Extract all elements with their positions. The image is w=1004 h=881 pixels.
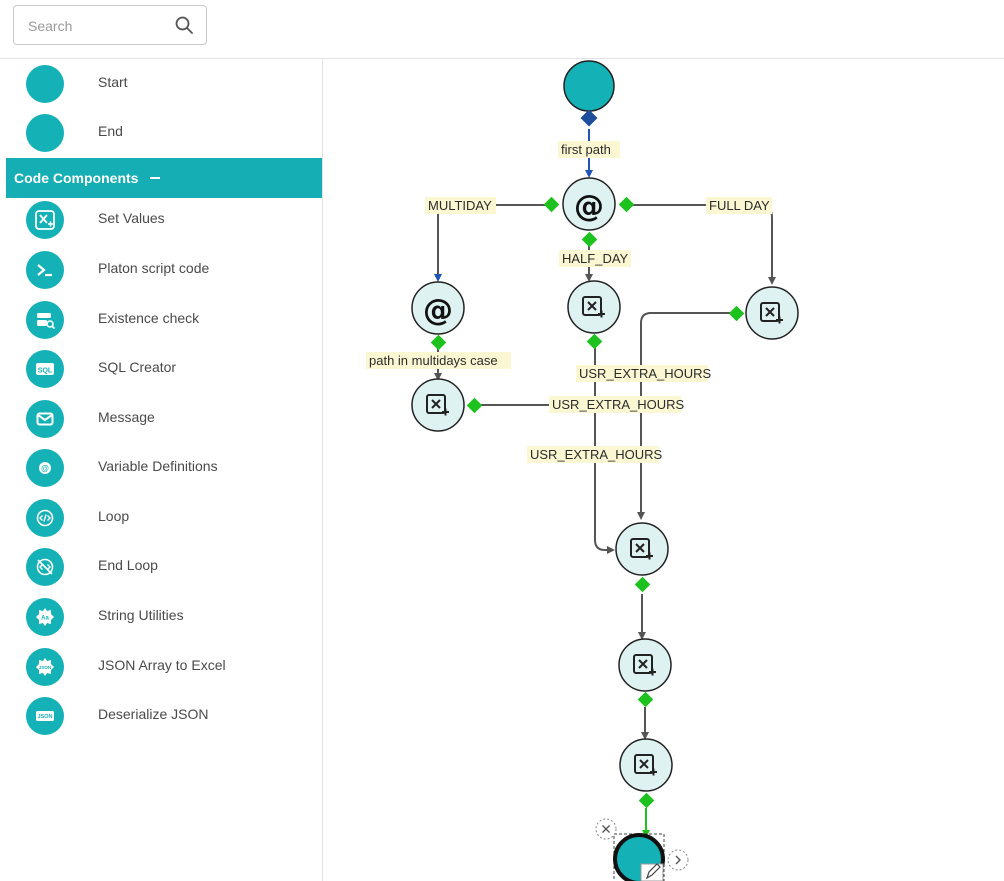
svg-text:path in multidays case: path in multidays case bbox=[369, 353, 498, 368]
edge-label-first-path: first path bbox=[558, 141, 620, 158]
palette-item-start[interactable]: Start bbox=[0, 60, 322, 108]
palette-item-label: Platon script code bbox=[98, 260, 210, 276]
next-node-icon[interactable] bbox=[667, 849, 689, 871]
palette-item-label: SQL Creator bbox=[98, 359, 177, 375]
edge-full-day[interactable] bbox=[627, 204, 776, 285]
end-loop-icon bbox=[26, 548, 64, 586]
palette-item-platon-script[interactable]: Platon script code bbox=[0, 246, 322, 294]
port-decision-left[interactable] bbox=[543, 196, 560, 213]
palette-item-deserialize-json[interactable]: JSON Deserialize JSON bbox=[0, 692, 322, 740]
svg-text:JSON: JSON bbox=[39, 665, 51, 670]
flow-node-start[interactable] bbox=[563, 60, 615, 112]
port-decision-right[interactable] bbox=[618, 196, 635, 213]
port-decision-bottom[interactable] bbox=[581, 231, 598, 248]
flow-node-decision-main[interactable]: @ bbox=[562, 177, 616, 231]
svg-text:USR_EXTRA_HOURS: USR_EXTRA_HOURS bbox=[552, 397, 685, 412]
loop-code-icon bbox=[26, 499, 64, 537]
palette-item-end[interactable]: End bbox=[0, 109, 322, 157]
palette-item-label: End Loop bbox=[98, 557, 158, 573]
flow-node-set-values-full[interactable] bbox=[745, 286, 799, 340]
palette-item-label: Deserialize JSON bbox=[98, 706, 209, 722]
svg-text:USR_EXTRA_HOURS: USR_EXTRA_HOURS bbox=[530, 447, 663, 462]
svg-text:SQL: SQL bbox=[38, 368, 53, 375]
port-start-out[interactable] bbox=[580, 109, 598, 127]
search-icon[interactable] bbox=[174, 15, 194, 35]
collapse-minus-icon[interactable] bbox=[150, 177, 160, 179]
sql-icon: SQL bbox=[26, 350, 64, 388]
edge-multiday[interactable] bbox=[434, 204, 551, 282]
palette-item-label: Start bbox=[98, 74, 128, 90]
flow-node-set-values-multi[interactable] bbox=[411, 378, 465, 432]
palette-item-json-array-to-excel[interactable]: JSON JSON Array to Excel bbox=[0, 643, 322, 691]
svg-text:@: @ bbox=[574, 189, 604, 224]
palette-item-set-values[interactable]: Set Values bbox=[0, 196, 322, 244]
start-circle-icon bbox=[26, 65, 64, 103]
terminal-icon bbox=[26, 251, 64, 289]
svg-text:USR_EXTRA_HOURS: USR_EXTRA_HOURS bbox=[579, 366, 712, 381]
flow-node-set-values-half[interactable] bbox=[567, 280, 621, 334]
palette-item-string-utilities[interactable]: Aa String Utilities bbox=[0, 593, 322, 641]
svg-text:Aa: Aa bbox=[41, 616, 49, 622]
palette-item-label: End bbox=[98, 123, 123, 139]
palette-item-label: String Utilities bbox=[98, 607, 184, 623]
port-half-bottom[interactable] bbox=[586, 333, 603, 350]
palette-item-end-loop[interactable]: End Loop bbox=[0, 543, 322, 591]
edge-label-multiday: MULTIDAY bbox=[425, 197, 496, 214]
port-merge-bottom[interactable] bbox=[634, 576, 651, 593]
port-multi-right[interactable] bbox=[466, 397, 483, 414]
svg-text:JSON: JSON bbox=[38, 714, 53, 720]
search-box[interactable] bbox=[13, 5, 207, 45]
edge-extra-hours-full[interactable] bbox=[637, 312, 736, 520]
delete-node-icon[interactable] bbox=[595, 818, 617, 840]
flow-node-set-values-2[interactable] bbox=[618, 638, 672, 692]
top-bar bbox=[0, 0, 1004, 59]
flow-node-set-values-merge[interactable] bbox=[615, 522, 669, 576]
palette-item-label: Set Values bbox=[98, 210, 165, 226]
flow-diagram[interactable]: first path MULTIDAY FULL DAY HALF_DAY pa… bbox=[323, 58, 1004, 881]
string-utilities-icon: Aa bbox=[26, 598, 64, 636]
palette-item-message[interactable]: Message bbox=[0, 395, 322, 443]
palette-item-loop[interactable]: Loop bbox=[0, 494, 322, 542]
edit-pencil-icon[interactable] bbox=[640, 863, 664, 881]
svg-text:MULTIDAY: MULTIDAY bbox=[428, 198, 492, 213]
section-title: Code Components bbox=[14, 170, 139, 186]
flow-canvas[interactable]: first path MULTIDAY FULL DAY HALF_DAY pa… bbox=[323, 58, 1004, 881]
variable-icon: @ bbox=[26, 449, 64, 487]
palette-item-variable-definitions[interactable]: @ Variable Definitions bbox=[0, 444, 322, 492]
svg-text:HALF_DAY: HALF_DAY bbox=[562, 251, 629, 266]
flow-node-decision-multiday[interactable]: @ bbox=[411, 281, 465, 335]
port-full-left[interactable] bbox=[728, 305, 745, 322]
json-icon: JSON bbox=[26, 697, 64, 735]
edge-label-path-in-multidays: path in multidays case bbox=[366, 352, 511, 369]
palette-item-label: Message bbox=[98, 409, 155, 425]
edge-label-full-day: FULL DAY bbox=[706, 197, 772, 214]
edge-label-extra-hours-half: USR_EXTRA_HOURS bbox=[527, 446, 663, 463]
search-input[interactable] bbox=[26, 15, 170, 37]
end-circle-icon bbox=[26, 114, 64, 152]
edge-label-extra-hours-full: USR_EXTRA_HOURS bbox=[576, 365, 712, 382]
svg-text:@: @ bbox=[41, 464, 49, 473]
svg-text:FULL DAY: FULL DAY bbox=[709, 198, 770, 213]
component-palette: Start End Code Components Set Values Pla… bbox=[0, 58, 323, 881]
port-multiday-bottom[interactable] bbox=[430, 334, 447, 351]
envelope-icon bbox=[26, 400, 64, 438]
svg-text:@: @ bbox=[423, 293, 453, 328]
port-node3-bottom[interactable] bbox=[638, 792, 655, 809]
edge-label-half-day: HALF_DAY bbox=[559, 250, 631, 267]
port-node2-bottom[interactable] bbox=[637, 691, 654, 708]
palette-item-label: JSON Array to Excel bbox=[98, 657, 226, 673]
section-header-code-components[interactable]: Code Components bbox=[6, 158, 322, 198]
existence-check-icon bbox=[26, 301, 64, 339]
palette-item-label: Existence check bbox=[98, 310, 200, 326]
palette-item-existence-check[interactable]: Existence check bbox=[0, 296, 322, 344]
edge-label-extra-hours-multi: USR_EXTRA_HOURS bbox=[549, 396, 685, 413]
flow-node-set-values-3[interactable] bbox=[619, 738, 673, 792]
json-excel-icon: JSON bbox=[26, 648, 64, 686]
palette-item-label: Variable Definitions bbox=[98, 458, 218, 474]
set-values-icon bbox=[26, 201, 64, 239]
palette-item-sql-creator[interactable]: SQL SQL Creator bbox=[0, 345, 322, 393]
svg-text:first path: first path bbox=[561, 142, 611, 157]
palette-item-label: Loop bbox=[98, 508, 130, 524]
